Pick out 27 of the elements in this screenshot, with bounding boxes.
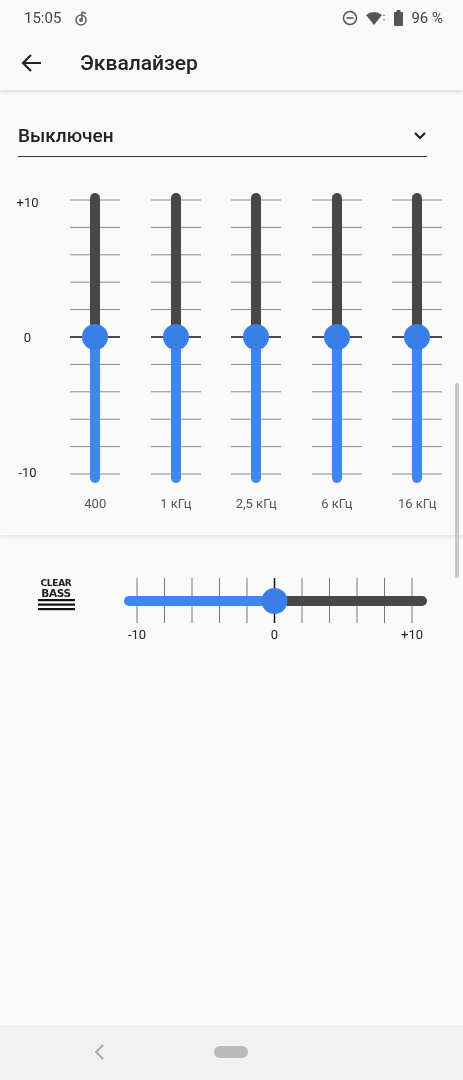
do-not-disturb-icon [342, 10, 359, 26]
preset-dropdown[interactable]: Выключен [18, 90, 427, 157]
battery-percentage: 96 % [411, 9, 443, 27]
wifi-icon [366, 10, 387, 26]
slider-thumb[interactable] [82, 324, 109, 350]
frequency-label: 400 [84, 496, 107, 511]
scale-label: 0 [270, 627, 279, 642]
scale-label: +10 [401, 627, 423, 642]
frequency-label: 6 кГц [321, 496, 353, 511]
slider-thumb[interactable] [323, 324, 350, 350]
status-time: 15:05 [24, 9, 62, 27]
frequency-label: 1 кГц [160, 496, 192, 511]
slider-thumb[interactable] [404, 324, 431, 350]
slider-thumb[interactable] [162, 324, 189, 350]
slider-thumb[interactable] [261, 588, 288, 614]
caret-icon [413, 130, 427, 141]
clear-bass-logo: CLEAR BASS [36, 579, 76, 615]
scale-label: 0 [23, 329, 32, 347]
scale-label: -10 [18, 464, 37, 482]
scale-label: -10 [127, 627, 147, 642]
frequency-label: 2,5 кГц [235, 496, 277, 511]
slider-thumb[interactable] [243, 324, 270, 350]
music-note-icon [75, 10, 90, 26]
battery-icon [394, 10, 404, 26]
scale-label: +10 [16, 194, 39, 212]
frequency-label: 16 кГц [398, 496, 437, 511]
screen-title: Эквалайзер [80, 51, 198, 75]
